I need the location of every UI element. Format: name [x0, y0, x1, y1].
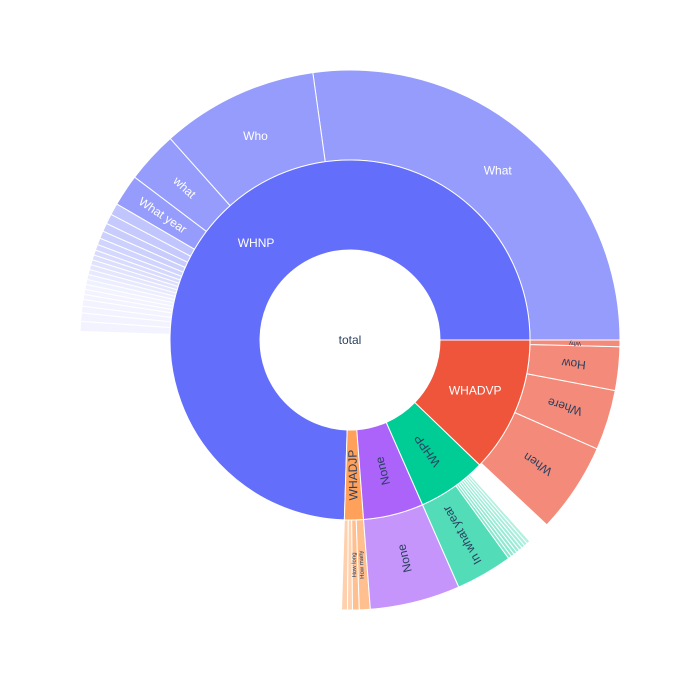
sunburst-svg: WHNPWhatWhowhatWhat yearWHADJPHow long Ho…	[79, 69, 621, 611]
sunburst-chart: WHNP What Who what What year WHADJP How long Ho…	[0, 0, 700, 700]
center-label: total	[339, 333, 362, 347]
